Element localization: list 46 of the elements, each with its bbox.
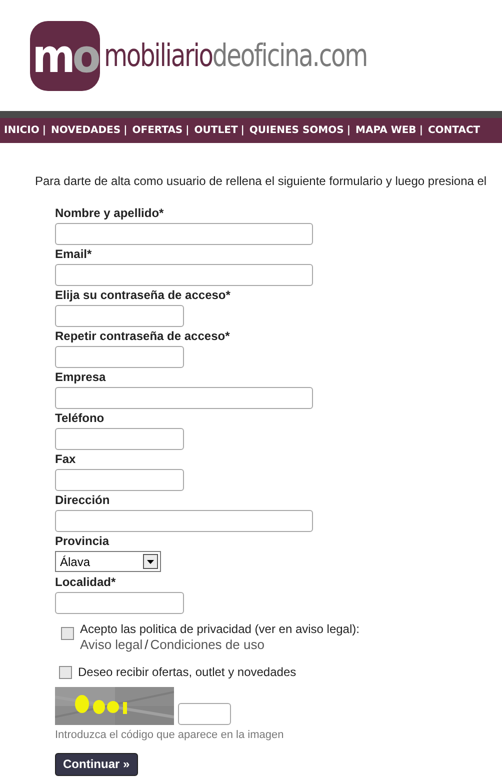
text-field[interactable] (55, 510, 313, 532)
field-label: Fax (55, 452, 76, 468)
logo-wordmark: mobiliariodeoficina.com (104, 41, 367, 72)
field-label: Email* (55, 247, 92, 263)
nav-link[interactable]: INICIO (4, 123, 40, 138)
nav-separator: | (124, 124, 128, 138)
nav-separator: | (240, 124, 244, 138)
privacy-text: Acepto las politica de privacidad (ver en aviso legal): (80, 622, 360, 637)
field-label: Repetir contraseña de acceso* (55, 329, 230, 345)
captcha-field[interactable] (178, 703, 231, 725)
link-separator: / (144, 637, 148, 652)
nav-link[interactable]: CONTACT (428, 123, 480, 138)
nav-link[interactable]: OFERTAS (132, 123, 183, 138)
text-field[interactable] (55, 305, 184, 327)
nav-link[interactable]: MAPA WEB (356, 123, 416, 138)
field-label: Localidad* (55, 575, 116, 591)
text-field[interactable] (55, 469, 184, 491)
nav-separator: | (346, 124, 350, 138)
logo-mark: mo (30, 21, 100, 91)
checkbox[interactable] (61, 627, 74, 640)
field-label: Nombre y apellido* (55, 206, 164, 222)
text-field[interactable] (55, 264, 313, 286)
field-label: Teléfono (55, 411, 104, 427)
text-field[interactable] (55, 346, 184, 368)
terms-link[interactable]: Condiciones de uso (150, 637, 264, 652)
text-field[interactable] (55, 592, 184, 614)
nav-link[interactable]: NOVEDADES (51, 123, 121, 138)
text-field[interactable] (55, 223, 313, 245)
nav-separator: | (419, 124, 423, 138)
field-label: Empresa (55, 370, 106, 386)
text-field[interactable] (55, 387, 313, 409)
intro-text: Para darte de alta como usuario de rellena el siguiente formulario y luego presiona el (35, 173, 488, 190)
nav-link[interactable]: QUIENES SOMOS (249, 123, 344, 138)
legal-link[interactable]: Aviso legal (80, 637, 143, 652)
province-select[interactable]: Álava (55, 551, 161, 572)
field-label: Dirección (55, 493, 110, 509)
field-label: Provincia (55, 534, 110, 550)
field-label: Elija su contraseña de acceso* (55, 288, 230, 304)
nav-link[interactable]: OUTLET (194, 123, 238, 138)
continue-button[interactable]: Continuar » (55, 752, 138, 776)
nav-separator: | (42, 124, 46, 138)
nav-separator: | (186, 124, 190, 138)
text-field[interactable] (55, 428, 184, 450)
newsletter-text: Deseo recibir ofertas, outlet y novedades (78, 664, 296, 681)
captcha-hint: Introduzca el código que aparece en la imagen (55, 728, 285, 743)
checkbox[interactable] (59, 666, 72, 678)
